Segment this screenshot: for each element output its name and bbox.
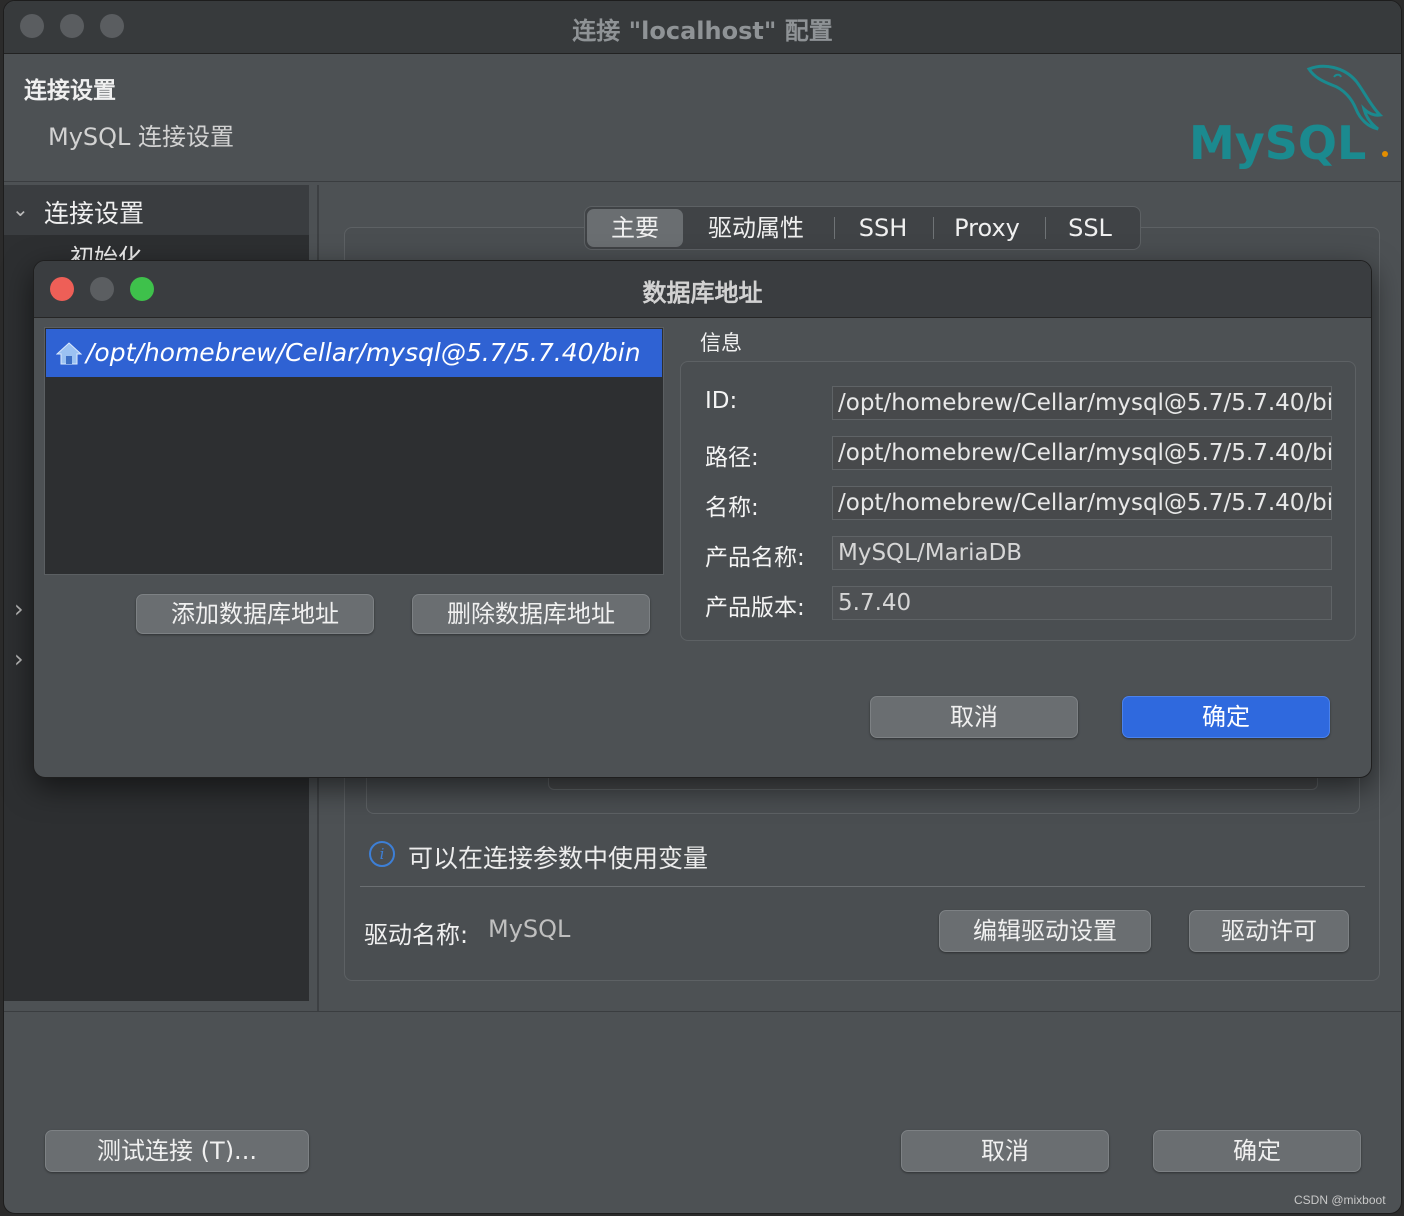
ok-button[interactable]: 确定 — [1153, 1130, 1361, 1172]
id-label: ID: — [705, 388, 738, 414]
tab-main[interactable]: 主要 — [587, 209, 683, 247]
info-group: ID: /opt/homebrew/Cellar/mysql@5.7/5.7.4… — [680, 361, 1356, 641]
database-location-list[interactable]: /opt/homebrew/Cellar/mysql@5.7/5.7.40/bi… — [44, 327, 664, 575]
driver-name-value: MySQL — [488, 915, 571, 943]
info-group-title: 信息 — [700, 331, 742, 355]
dialog-cancel-button[interactable]: 取消 — [870, 696, 1078, 738]
tab-ssh[interactable]: SSH — [841, 207, 925, 249]
tab-ssl[interactable]: SSL — [1051, 207, 1129, 249]
product-version-label: 产品版本: — [705, 595, 805, 621]
dialog-ok-button[interactable]: 确定 — [1122, 696, 1330, 738]
tab-separator — [834, 217, 835, 239]
window-title: 连接 "localhost" 配置 — [572, 17, 833, 45]
tab-driver-properties[interactable]: 驱动属性 — [693, 207, 819, 249]
home-icon — [56, 342, 82, 365]
cancel-button[interactable]: 取消 — [901, 1130, 1109, 1172]
dialog-title: 数据库地址 — [642, 279, 763, 307]
edit-driver-settings-button[interactable]: 编辑驱动设置 — [939, 910, 1151, 952]
variables-hint: 可以在连接参数中使用变量 — [408, 844, 709, 873]
driver-name-label: 驱动名称: — [364, 921, 469, 949]
info-icon: i — [369, 841, 395, 867]
name-label: 名称: — [705, 495, 759, 521]
path-label: 路径: — [705, 445, 759, 471]
page-title: 连接设置 — [24, 78, 116, 104]
list-item-label: /opt/homebrew/Cellar/mysql@5.7/5.7.40/bi… — [86, 338, 641, 367]
tab-proxy[interactable]: Proxy — [941, 207, 1033, 249]
product-version-field: 5.7.40 — [832, 586, 1332, 620]
chevron-right-icon[interactable]: › — [14, 595, 24, 623]
tab-bar: 主要 驱动属性 SSH Proxy SSL — [584, 206, 1141, 250]
page-subtitle: MySQL 连接设置 — [48, 123, 235, 151]
footer-divider — [4, 1011, 1401, 1012]
logo-text: MySQL — [1189, 116, 1366, 170]
product-name-label: 产品名称: — [705, 545, 805, 571]
sidebar-item-label: 连接设置 — [44, 199, 145, 228]
chevron-down-icon[interactable]: ⌄ — [12, 197, 29, 221]
header-divider — [4, 181, 1401, 182]
panel-divider — [360, 886, 1365, 887]
window-titlebar: 连接 "localhost" 配置 — [4, 1, 1401, 54]
sidebar-item-init[interactable]: 初始化 — [70, 243, 142, 261]
hidden-input[interactable] — [548, 777, 1318, 790]
add-database-location-button[interactable]: 添加数据库地址 — [136, 594, 374, 634]
mysql-logo-icon: MySQL — [1189, 64, 1388, 170]
tab-separator — [1045, 217, 1046, 239]
path-field[interactable]: /opt/homebrew/Cellar/mysql@5.7/5.7.40/bi… — [832, 436, 1332, 470]
database-location-dialog: 数据库地址 /opt/homebrew/Cellar/mysql@5.7/5.7… — [33, 260, 1372, 778]
tab-separator — [933, 217, 934, 239]
dialog-titlebar: 数据库地址 — [34, 261, 1371, 318]
chevron-right-icon[interactable]: › — [14, 645, 24, 673]
list-item[interactable]: /opt/homebrew/Cellar/mysql@5.7/5.7.40/bi… — [46, 329, 662, 377]
sidebar-item-connection-settings[interactable]: ⌄ 连接设置 — [4, 185, 309, 235]
watermark: CSDN @mixboot — [1294, 1193, 1386, 1207]
driver-license-button[interactable]: 驱动许可 — [1189, 910, 1349, 952]
id-field[interactable]: /opt/homebrew/Cellar/mysql@5.7/5.7.40/bi… — [832, 386, 1332, 420]
test-connection-button[interactable]: 测试连接 (T)... — [45, 1130, 309, 1172]
product-name-field: MySQL/MariaDB — [832, 536, 1332, 570]
name-field[interactable]: /opt/homebrew/Cellar/mysql@5.7/5.7.40/bi… — [832, 486, 1332, 520]
delete-database-location-button[interactable]: 删除数据库地址 — [412, 594, 650, 634]
